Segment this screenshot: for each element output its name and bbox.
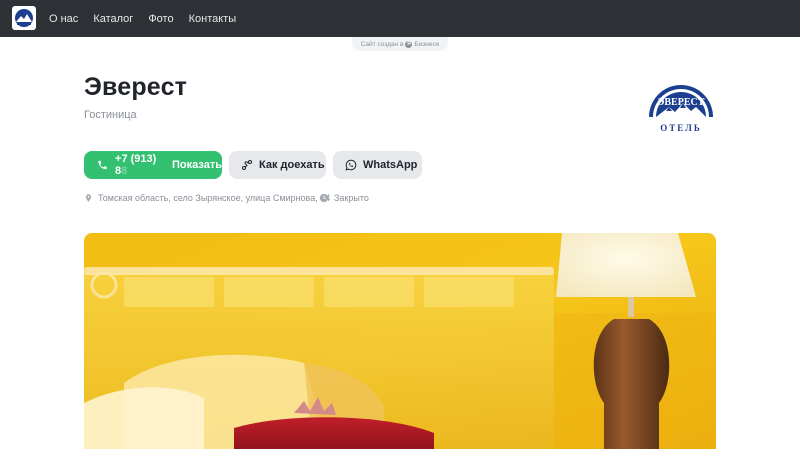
nav-item-contacts[interactable]: Контакты [189, 13, 237, 25]
site-logo-icon[interactable] [12, 6, 36, 30]
brand-logo: ЭВЕРЕСТ ОТЕЛЬ [647, 81, 715, 139]
location-pin-icon [85, 194, 92, 202]
phone-icon [98, 160, 107, 170]
route-button[interactable]: Как доехать [229, 151, 326, 179]
clock-icon [319, 193, 329, 203]
hours-status: Закрыто [334, 193, 369, 203]
address-row: Томская область, село Зырянское, улица С… [84, 193, 330, 203]
nav-item-catalog[interactable]: Каталог [93, 13, 133, 25]
badge-brand: Бизнесе [414, 40, 440, 48]
whatsapp-label: WhatsApp [363, 159, 418, 171]
address-text: Томская область, село Зырянское, улица С… [98, 193, 331, 203]
show-phone-label: Показать [172, 159, 222, 171]
nav-item-about[interactable]: О нас [49, 13, 78, 25]
phone-number-hidden: 8 [121, 165, 128, 177]
badge-prefix: Сайт создан в [360, 40, 404, 48]
whatsapp-button[interactable]: WhatsApp [333, 151, 422, 179]
hours-row: Закрыто [319, 193, 369, 203]
logo-bottom-text: ОТЕЛЬ [660, 123, 702, 133]
hero-photo [84, 233, 716, 449]
phone-button[interactable]: +7 (913) 88 Показать [84, 151, 222, 179]
nav-item-photo[interactable]: Фото [148, 13, 173, 25]
main-nav: О нас Каталог Фото Контакты [49, 0, 236, 37]
company-type: Гостиница [84, 109, 137, 121]
whatsapp-icon [345, 159, 357, 171]
route-label: Как доехать [259, 159, 325, 171]
yandex-business-icon: Я [405, 40, 413, 48]
route-icon [242, 160, 252, 170]
top-navigation-bar: О нас Каталог Фото Контакты [0, 0, 800, 37]
page-title: Эверест [84, 73, 188, 101]
created-with-badge[interactable]: Сайт создан в Я Бизнесе [352, 37, 448, 51]
